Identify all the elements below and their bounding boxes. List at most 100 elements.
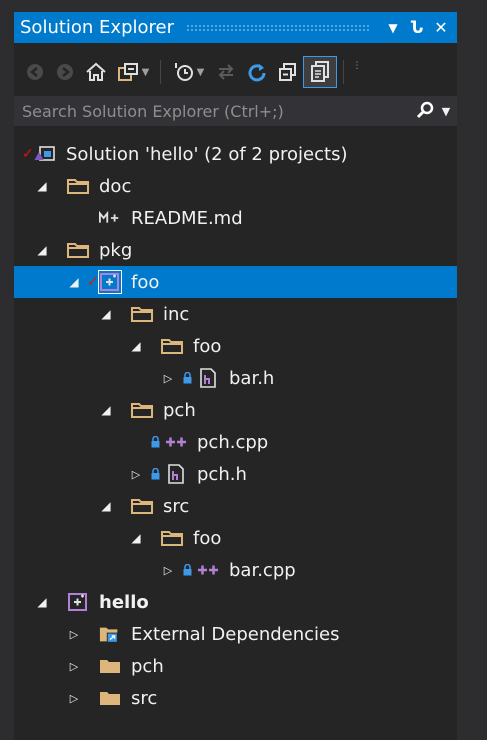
- filter-folder-icon: [99, 682, 121, 714]
- toolbar-overflow-icon[interactable]: ⋮: [350, 51, 364, 81]
- tree-row[interactable]: ▷ pch.h: [14, 458, 457, 490]
- window-edge-right: [457, 0, 487, 740]
- tree-row[interactable]: ◢ hello: [14, 586, 457, 618]
- tree-row[interactable]: ▷ pch: [14, 650, 457, 682]
- toolbar: ▼ ▼ ⋮: [14, 52, 457, 92]
- folder-icon: [161, 522, 183, 554]
- project-icon: [67, 586, 89, 618]
- tree-row[interactable]: ◢ pkg: [14, 234, 457, 266]
- startup-check-icon: ✓: [87, 274, 99, 290]
- expanded-arrow-icon[interactable]: ◢: [99, 490, 113, 522]
- tree-row[interactable]: ◢ src: [14, 490, 457, 522]
- tree-item-label: inc: [163, 303, 190, 325]
- collapsed-arrow-icon[interactable]: ▷: [67, 682, 81, 714]
- expanded-arrow-icon[interactable]: ◢: [99, 298, 113, 330]
- window-position-dropdown-icon[interactable]: ▼: [381, 14, 405, 42]
- search-options-dropdown-icon[interactable]: ▼: [435, 105, 457, 118]
- tree-row[interactable]: ▷ bar.h: [14, 362, 457, 394]
- collapsed-arrow-icon[interactable]: ▷: [161, 554, 175, 586]
- tree-item-label: pch: [131, 655, 164, 677]
- search-box: ▼: [14, 96, 457, 126]
- chevron-down-icon[interactable]: ▼: [197, 67, 205, 78]
- sync-with-active-document-icon[interactable]: [211, 57, 241, 87]
- folder-icon: [67, 234, 89, 266]
- tree-item-label: pch.cpp: [197, 431, 269, 453]
- show-all-files-icon[interactable]: [303, 56, 337, 88]
- tree-row[interactable]: ▷ bar.cpp: [14, 554, 457, 586]
- lock-icon: [151, 426, 161, 458]
- solution-tree: ✓ Solution 'hello' (2 of 2 projects) ◢ doc R…: [14, 138, 457, 714]
- folder-icon: [131, 394, 153, 426]
- tree-row[interactable]: ◢ ✓ foo: [14, 266, 457, 298]
- tree-item-label: pch.h: [197, 463, 247, 485]
- folder-icon: [67, 170, 89, 202]
- solution-icon: [34, 138, 56, 170]
- lock-icon: [183, 554, 193, 586]
- tree-row[interactable]: ◢ foo: [14, 522, 457, 554]
- collapsed-arrow-icon[interactable]: ▷: [67, 618, 81, 650]
- close-icon[interactable]: ✕: [429, 14, 453, 42]
- back-icon[interactable]: [20, 57, 50, 87]
- tree-item-label: foo: [193, 527, 222, 549]
- cpp-file-icon: [165, 426, 187, 458]
- tree-item-label: src: [163, 495, 190, 517]
- expanded-arrow-icon[interactable]: ◢: [129, 522, 143, 554]
- tree-row[interactable]: ✓ Solution 'hello' (2 of 2 projects): [14, 138, 457, 170]
- tree-item-label: foo: [193, 335, 222, 357]
- expanded-arrow-icon[interactable]: ◢: [35, 234, 49, 266]
- home-icon[interactable]: [80, 57, 112, 87]
- tree-item-label: bar.h: [229, 367, 275, 389]
- panel-title: Solution Explorer: [20, 17, 174, 38]
- drag-grip[interactable]: [186, 24, 371, 31]
- tree-item-label: bar.cpp: [229, 559, 296, 581]
- folder-icon: [131, 490, 153, 522]
- collapse-all-icon[interactable]: [273, 57, 303, 87]
- chevron-down-icon[interactable]: ▼: [142, 67, 150, 78]
- tree-row[interactable]: README.md: [14, 202, 457, 234]
- filter-folder-icon: [99, 650, 121, 682]
- expanded-arrow-icon[interactable]: ◢: [35, 586, 49, 618]
- external-dependencies-icon: [99, 618, 121, 650]
- search-input[interactable]: [14, 100, 403, 122]
- tree-item-label: doc: [99, 175, 132, 197]
- collapsed-arrow-icon[interactable]: ▷: [67, 650, 81, 682]
- panel-title-bar[interactable]: Solution Explorer ▼ Ն ✕: [14, 12, 457, 43]
- pending-changes-filter-icon[interactable]: ▼: [167, 57, 211, 87]
- toolbar-separator: [343, 60, 344, 84]
- markdown-icon: [99, 202, 121, 234]
- expanded-arrow-icon[interactable]: ◢: [99, 394, 113, 426]
- forward-icon[interactable]: [50, 57, 80, 87]
- tree-item-label: pkg: [99, 239, 133, 261]
- search-icon[interactable]: [403, 101, 435, 121]
- tree-row[interactable]: pch.cpp: [14, 426, 457, 458]
- tree-item-label: pch: [163, 399, 196, 421]
- tree-item-label: README.md: [131, 207, 243, 229]
- header-file-icon: [197, 362, 219, 394]
- lock-icon: [151, 458, 161, 490]
- collapsed-arrow-icon[interactable]: ▷: [161, 362, 175, 394]
- folder-icon: [161, 330, 183, 362]
- switch-views-icon[interactable]: ▼: [112, 57, 154, 87]
- lock-icon: [183, 362, 193, 394]
- tree-row[interactable]: ◢ inc: [14, 298, 457, 330]
- header-file-icon: [165, 458, 187, 490]
- collapsed-arrow-icon[interactable]: ▷: [129, 458, 143, 490]
- window-edge-left: [0, 12, 14, 740]
- tree-row[interactable]: ◢ pch: [14, 394, 457, 426]
- pin-icon[interactable]: Ն: [405, 14, 429, 42]
- refresh-icon[interactable]: [241, 57, 273, 87]
- expanded-arrow-icon[interactable]: ◢: [35, 170, 49, 202]
- project-icon: [98, 270, 122, 294]
- solution-explorer-panel: Solution Explorer ▼ Ն ✕ ▼ ▼ ⋮ Search Sol…: [14, 12, 457, 740]
- tree-row[interactable]: ▷ External Dependencies: [14, 618, 457, 650]
- tree-item-label: src: [131, 687, 158, 709]
- folder-icon: [131, 298, 153, 330]
- tree-item-label: External Dependencies: [131, 623, 340, 645]
- tree-row[interactable]: ◢ doc: [14, 170, 457, 202]
- tree-row[interactable]: ▷ src: [14, 682, 457, 714]
- expanded-arrow-icon[interactable]: ◢: [129, 330, 143, 362]
- startup-check-icon: ✓: [22, 146, 34, 162]
- expanded-arrow-icon[interactable]: ◢: [67, 266, 81, 298]
- tree-item-label: hello: [99, 591, 149, 613]
- tree-row[interactable]: ◢ foo: [14, 330, 457, 362]
